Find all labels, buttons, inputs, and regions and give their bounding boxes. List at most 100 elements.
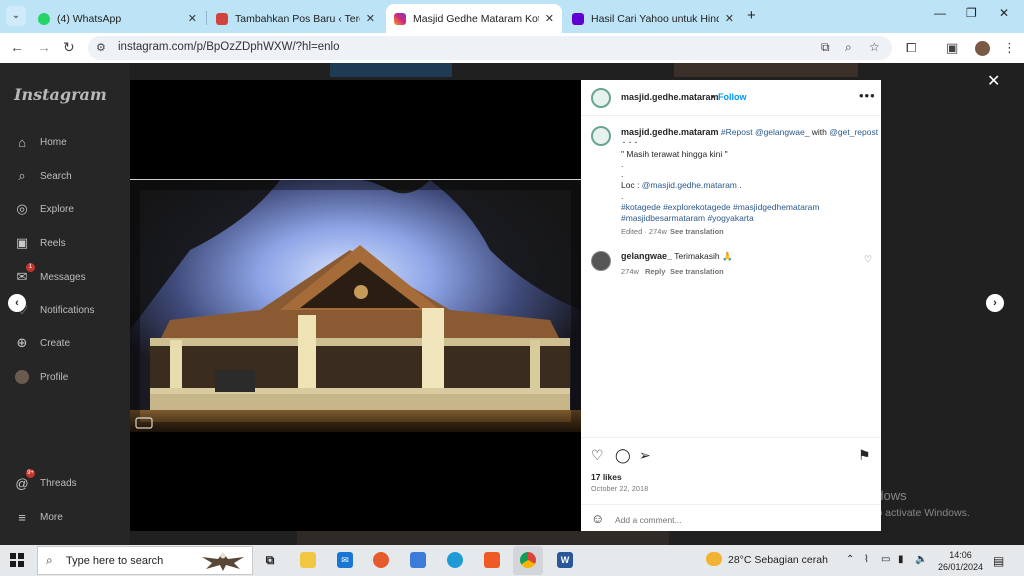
new-tab-button[interactable]: + bbox=[747, 7, 756, 24]
notification-badge: 9+ bbox=[26, 469, 35, 478]
volume-icon[interactable]: 🔈 bbox=[915, 554, 927, 565]
tab-wordpress[interactable]: Tambahkan Pos Baru ‹ Teropong ✕ bbox=[208, 4, 383, 33]
browser-menu-icon[interactable]: ⋮ bbox=[1003, 40, 1016, 56]
firefox-icon[interactable] bbox=[373, 552, 389, 568]
post-date: October 22, 2018 bbox=[591, 486, 649, 493]
likes-count[interactable]: 17 likes bbox=[591, 472, 622, 482]
like-comment-heart-icon[interactable]: ♡ bbox=[864, 254, 872, 265]
sidebar-item-notifications[interactable]: ♡ Notifications bbox=[14, 300, 94, 320]
close-post-icon[interactable]: ✕ bbox=[987, 71, 1000, 91]
caption-loc-mention[interactable]: @masjid.gedhe.mataram bbox=[642, 180, 737, 190]
caption-mention-getrepost[interactable]: @get_repost bbox=[829, 127, 878, 137]
battery-icon[interactable]: ▮ bbox=[898, 554, 904, 565]
browser-tab-bar: ⌄ (4) WhatsApp ✕ Tambahkan Pos Baru ‹ Te… bbox=[0, 0, 1024, 33]
sidebar-item-reels[interactable]: ▣ Reels bbox=[14, 233, 66, 253]
sidebar-item-home[interactable]: ⌂ Home bbox=[14, 132, 67, 152]
tab-title: Tambahkan Pos Baru ‹ Teropong bbox=[235, 12, 360, 25]
caption-hashtags-2[interactable]: #masjidbesarmataram #yogyakarta bbox=[621, 213, 754, 223]
yahoo-icon bbox=[572, 12, 584, 25]
sidebar-item-create[interactable]: ⊕ Create bbox=[14, 333, 70, 353]
sidebar-item-threads[interactable]: @9+ Threads bbox=[14, 469, 77, 493]
windows-start-icon[interactable] bbox=[10, 553, 24, 567]
close-tab-icon[interactable]: ✕ bbox=[188, 12, 197, 25]
install-app-icon[interactable]: ⧉ bbox=[821, 40, 830, 55]
zoom-icon[interactable]: ⌕ bbox=[845, 40, 852, 55]
chrome-icon[interactable] bbox=[520, 552, 536, 568]
caption-mention-repost[interactable]: #Repost @gelangwae_ bbox=[721, 127, 810, 137]
notifications-chat-icon[interactable]: ▤ bbox=[993, 554, 1004, 568]
word-icon[interactable]: W bbox=[557, 552, 573, 568]
author-avatar[interactable] bbox=[591, 126, 611, 146]
plus-icon: ⊕ bbox=[16, 335, 28, 350]
site-settings-icon[interactable]: ⚙ bbox=[96, 41, 106, 54]
like-heart-icon[interactable]: ♡ bbox=[591, 447, 604, 464]
edge-icon[interactable] bbox=[447, 552, 463, 568]
caption-username[interactable]: masjid.gedhe.mataram bbox=[621, 127, 719, 137]
share-send-icon[interactable]: ➢ bbox=[639, 447, 651, 464]
instagram-logo[interactable]: Instagram bbox=[14, 85, 107, 104]
clock-date: 26/01/2024 bbox=[938, 562, 984, 572]
emoji-icon[interactable]: ☺ bbox=[591, 511, 604, 526]
background-post-thumbnail bbox=[297, 531, 669, 545]
sidebar-item-profile[interactable]: Profile bbox=[14, 367, 68, 387]
address-bar[interactable]: ⚙ instagram.com/p/BpOzZDphWXW/?hl=enlo ⧉… bbox=[88, 36, 892, 60]
sidebar-item-messages[interactable]: ✉ 1 Messages bbox=[14, 263, 86, 287]
tab-yahoo[interactable]: Hasil Cari Yahoo untuk Hindu di ✕ bbox=[564, 4, 742, 33]
previous-post-arrow-icon[interactable]: ‹ bbox=[8, 294, 26, 312]
save-bookmark-icon[interactable]: ⚑ bbox=[858, 447, 871, 464]
back-arrow-icon[interactable]: ← bbox=[10, 39, 24, 55]
post-header: masjid.gedhe.mataram • Follow ••• bbox=[581, 80, 881, 116]
sidebar-item-explore[interactable]: ◎ Explore bbox=[14, 199, 74, 219]
task-view-icon[interactable]: ⧉ bbox=[262, 552, 278, 568]
bookmark-star-icon[interactable]: ☆ bbox=[869, 40, 880, 54]
comment-username[interactable]: gelangwae_ bbox=[621, 251, 672, 261]
sidebar-item-search[interactable]: ⌕ Search bbox=[14, 166, 71, 186]
close-tab-icon[interactable]: ✕ bbox=[725, 12, 734, 25]
author-username[interactable]: masjid.gedhe.mataram bbox=[621, 92, 719, 102]
tab-search-button[interactable]: ⌄ bbox=[6, 6, 26, 26]
author-avatar[interactable] bbox=[591, 88, 611, 108]
sidebar-item-more[interactable]: ≡ More bbox=[14, 507, 63, 527]
caption-hashtags-1[interactable]: #kotagede #explorekotagede #masjidgedhem… bbox=[621, 202, 819, 212]
show-hidden-icons-icon[interactable]: ⌃ bbox=[846, 554, 854, 565]
forward-arrow-icon[interactable]: → bbox=[37, 39, 51, 55]
minimize-icon[interactable]: — bbox=[934, 6, 946, 20]
next-post-arrow-icon[interactable]: › bbox=[986, 294, 1004, 312]
brave-icon[interactable] bbox=[484, 552, 500, 568]
close-window-icon[interactable]: ✕ bbox=[999, 6, 1009, 20]
post-media-viewer[interactable] bbox=[130, 80, 581, 531]
post-photo[interactable] bbox=[130, 180, 581, 432]
sidebar-item-label: Create bbox=[40, 337, 71, 349]
file-explorer-icon[interactable] bbox=[300, 552, 316, 568]
close-tab-icon[interactable]: ✕ bbox=[545, 12, 554, 25]
weather-icon[interactable] bbox=[706, 552, 722, 566]
url-text[interactable]: instagram.com/p/BpOzZDphWXW/?hl=enlo bbox=[118, 41, 339, 53]
display-icon[interactable]: ▭ bbox=[881, 554, 890, 565]
commenter-avatar[interactable] bbox=[591, 251, 611, 271]
sidebar-item-label: Threads bbox=[40, 477, 77, 489]
system-clock[interactable]: 14:06 26/01/2024 bbox=[938, 549, 983, 573]
comment-see-translation[interactable]: See translation bbox=[670, 267, 724, 276]
tab-whatsapp[interactable]: (4) WhatsApp ✕ bbox=[30, 4, 205, 33]
more-options-icon[interactable]: ••• bbox=[859, 88, 876, 103]
extensions-icon[interactable]: ⧠ bbox=[906, 40, 916, 56]
comment-bubble-icon[interactable]: ◯ bbox=[615, 447, 631, 464]
weather-text[interactable]: 28°C Sebagian cerah bbox=[728, 554, 828, 566]
restore-icon[interactable]: ❐ bbox=[966, 6, 977, 20]
side-panel-icon[interactable]: ▣ bbox=[946, 40, 958, 56]
network-icon[interactable]: ⌇ bbox=[864, 554, 869, 565]
see-translation-link[interactable]: See translation bbox=[670, 227, 724, 236]
taskbar-search-placeholder[interactable]: Type here to search bbox=[66, 555, 163, 567]
taskbar-search-box[interactable]: ⌕ Type here to search bbox=[37, 546, 253, 575]
reload-icon[interactable]: ↻ bbox=[63, 39, 75, 56]
caption-dot: . bbox=[621, 159, 624, 169]
profile-avatar[interactable] bbox=[975, 41, 990, 56]
microsoft-store-icon[interactable] bbox=[410, 552, 426, 568]
follow-button[interactable]: Follow bbox=[718, 92, 747, 102]
tab-instagram-active[interactable]: Masjid Gedhe Mataram Kotagede ✕ bbox=[386, 4, 562, 33]
caption-loc-dot: . bbox=[736, 180, 742, 190]
mail-icon[interactable]: ✉ bbox=[337, 552, 353, 568]
add-comment-input[interactable]: Add a comment... bbox=[615, 515, 682, 525]
comment-reply-button[interactable]: Reply bbox=[645, 267, 665, 276]
close-tab-icon[interactable]: ✕ bbox=[366, 12, 375, 25]
